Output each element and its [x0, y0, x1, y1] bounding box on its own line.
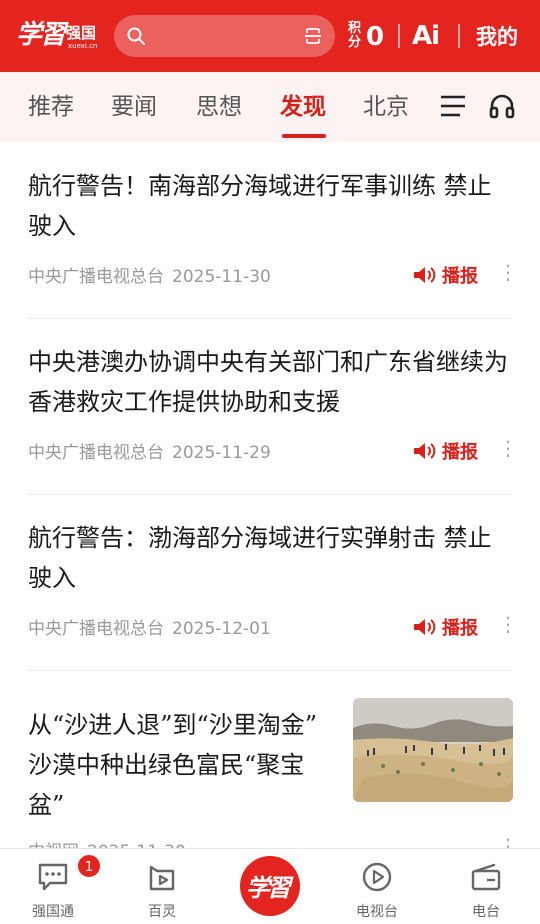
article-source: 中央广播电视总台: [28, 619, 164, 639]
article-title[interactable]: 从“沙进人退”到“沙里淘金” 沙漠中种出绿色富民“聚宝盆”: [28, 705, 328, 825]
center-logo: 学習: [246, 873, 291, 902]
search-bar[interactable]: [114, 15, 335, 57]
list-item[interactable]: 从“沙进人退”到“沙里淘金” 沙漠中种出绿色富民“聚宝盆” 中视网2025-11…: [28, 705, 328, 862]
nav-label: 强国通: [32, 904, 74, 920]
broadcast-button[interactable]: 播报: [412, 262, 478, 288]
broadcast-button[interactable]: 播报: [412, 438, 478, 464]
scan-icon[interactable]: [303, 26, 323, 46]
divider: [28, 494, 512, 495]
mine-button[interactable]: 我的: [476, 22, 518, 52]
broadcast-button[interactable]: 播报: [412, 614, 478, 640]
logo-mark: 学習: [16, 20, 66, 50]
article-source: 中央广播电视总台: [28, 267, 164, 287]
unread-badge: 1: [76, 853, 102, 879]
speaker-icon: [414, 267, 436, 283]
more-options-icon[interactable]: ⋮: [498, 438, 518, 458]
article-title[interactable]: 航行警告：渤海部分海域进行实弹射击 禁止驶入: [28, 518, 512, 598]
active-tab-indicator: [282, 134, 326, 138]
speaker-icon: [414, 619, 436, 635]
top-header: 学習 强国 xuexi.cn 积分 0 Ai 我的: [0, 0, 540, 72]
nav-radio[interactable]: 电台: [441, 849, 531, 924]
divider: [28, 318, 512, 319]
xuexi-logo[interactable]: 学習 强国 xuexi.cn: [16, 12, 102, 52]
list-item[interactable]: 中央港澳办协调中央有关部门和广东省继续为香港救灾工作提供协助和支援 中央广播电视…: [28, 342, 518, 463]
broadcast-label: 播报: [442, 618, 478, 639]
article-date: 2025-11-29: [172, 443, 271, 463]
more-options-icon[interactable]: ⋮: [498, 614, 518, 634]
speaker-icon: [414, 443, 436, 459]
play-circle-icon: [362, 862, 392, 892]
nav-label: 电视台: [356, 904, 398, 920]
nav-bailing[interactable]: 百灵: [117, 849, 207, 924]
more-options-icon[interactable]: ⋮: [498, 262, 518, 282]
article-thumbnail[interactable]: [353, 698, 513, 802]
list-item[interactable]: 航行警告：渤海部分海域进行实弹射击 禁止驶入 中央广播电视总台 2025-12-0…: [28, 518, 518, 639]
radio-icon: [471, 863, 501, 891]
tab-thought[interactable]: 思想: [196, 92, 242, 122]
nav-label: 百灵: [148, 904, 176, 920]
article-meta: 中央广播电视总台 2025-11-29: [28, 438, 271, 463]
points-value: 0: [366, 22, 385, 52]
article-date: 2025-12-01: [172, 619, 271, 639]
list-item[interactable]: 航行警告！南海部分海域进行军事训练 禁止驶入 中央广播电视总台 2025-11-3…: [28, 166, 518, 287]
points-label: 积分: [348, 21, 362, 50]
logo-url: xuexi.cn: [68, 42, 98, 50]
tab-discover[interactable]: 发现: [280, 92, 326, 122]
header-divider: [458, 24, 460, 48]
broadcast-label: 播报: [442, 442, 478, 463]
xuexi-center-button[interactable]: 学習: [240, 856, 300, 916]
menu-icon[interactable]: [440, 94, 466, 118]
short-video-icon: [149, 865, 175, 891]
ai-button[interactable]: Ai: [412, 20, 440, 52]
broadcast-label: 播报: [442, 266, 478, 287]
article-title[interactable]: 中央港澳办协调中央有关部门和广东省继续为香港救灾工作提供协助和支援: [28, 342, 512, 422]
logo-text: 强国: [66, 24, 97, 42]
desert-photo: [353, 698, 513, 802]
nav-tv[interactable]: 电视台: [332, 849, 422, 924]
article-source: 中央广播电视总台: [28, 443, 164, 463]
article-date: 2025-11-30: [172, 267, 271, 287]
divider: [28, 670, 512, 671]
tab-news[interactable]: 要闻: [111, 92, 157, 122]
nav-label: 电台: [472, 904, 500, 920]
tab-beijing[interactable]: 北京: [363, 92, 409, 122]
search-icon: [127, 27, 145, 45]
article-title[interactable]: 航行警告！南海部分海域进行军事训练 禁止驶入: [28, 166, 512, 246]
header-divider: [398, 24, 400, 48]
article-meta: 中央广播电视总台 2025-11-30: [28, 262, 271, 287]
chat-icon: [38, 863, 68, 891]
headset-icon[interactable]: [488, 92, 516, 120]
nav-qiangguotong[interactable]: 1 强国通: [8, 849, 102, 924]
article-meta: 中央广播电视总台 2025-12-01: [28, 614, 271, 639]
tab-recommend[interactable]: 推荐: [28, 92, 74, 122]
search-input[interactable]: [154, 21, 294, 51]
